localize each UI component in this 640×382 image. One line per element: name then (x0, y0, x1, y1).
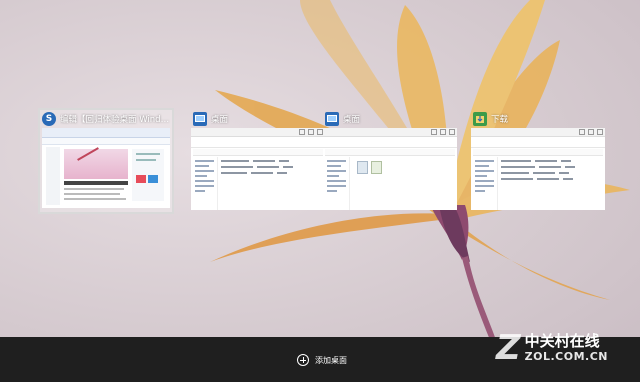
zol-logo-letter: Z (496, 328, 521, 368)
desktop-icon (325, 112, 339, 126)
browser-preview (42, 128, 170, 208)
task-view-window-desktop-1[interactable]: 桌面 (191, 110, 325, 210)
thumbnail-title: 桌面 (211, 115, 229, 125)
task-view-window-browser[interactable]: S 编辑【回归体验桌面 Windows10... (38, 108, 174, 214)
explorer-preview (471, 128, 605, 210)
thumbnail-titlebar: 桌面 (323, 110, 457, 128)
download-folder-icon (473, 112, 487, 126)
plus-icon (297, 354, 309, 366)
sogou-browser-icon: S (42, 112, 56, 126)
task-view-window-desktop-2[interactable]: 桌面 (323, 110, 457, 210)
thumbnail-title: 编辑【回归体验桌面 Windows10... (60, 115, 172, 125)
thumbnail-titlebar: 下载 (471, 110, 605, 128)
thumbnail-titlebar: S 编辑【回归体验桌面 Windows10... (40, 110, 172, 128)
thumbnail-title: 下载 (491, 115, 509, 125)
zol-watermark: Z 中关村在线 ZOL.COM.CN (496, 331, 608, 365)
task-view-window-downloads[interactable]: 下载 (471, 110, 605, 210)
add-desktop-label: 添加桌面 (315, 355, 347, 365)
thumbnail-title: 桌面 (343, 115, 361, 125)
explorer-preview (191, 128, 325, 210)
add-desktop-button[interactable]: 添加桌面 (297, 354, 347, 366)
thumbnail-titlebar: 桌面 (191, 110, 325, 128)
watermark-english: ZOL.COM.CN (524, 350, 608, 363)
explorer-preview (323, 128, 457, 210)
watermark-chinese: 中关村在线 (524, 332, 600, 350)
desktop-icon (193, 112, 207, 126)
